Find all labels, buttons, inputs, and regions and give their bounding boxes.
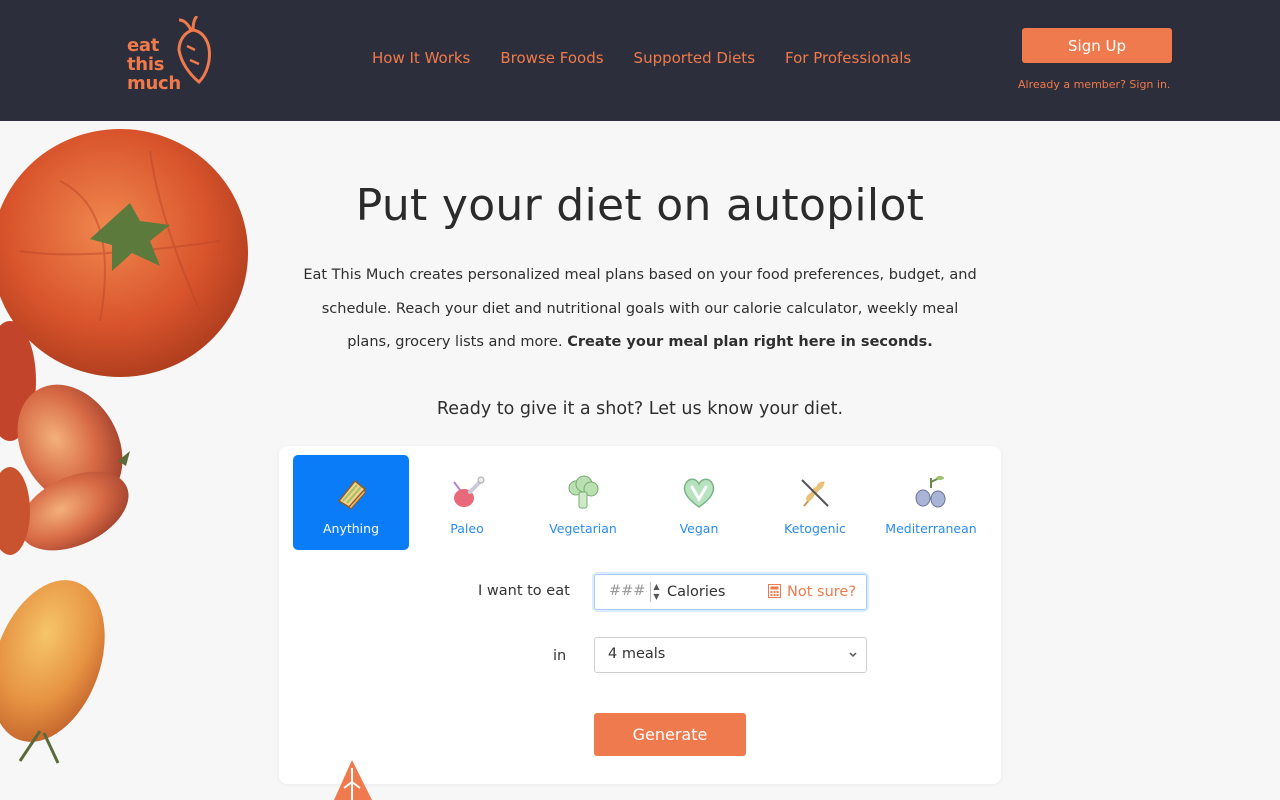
- meals-select[interactable]: 4 meals: [594, 637, 867, 673]
- diet-option-ketogenic[interactable]: Ketogenic: [757, 455, 873, 550]
- calories-field: ▲▼ Calories Not sure?: [594, 574, 867, 610]
- site-header: eat this much How It Works Browse Foods Su…: [0, 0, 1280, 121]
- chevron-down-icon: [849, 652, 857, 658]
- nav-how-it-works[interactable]: How It Works: [372, 49, 470, 67]
- hero-description: Eat This Much creates personalized meal …: [300, 259, 980, 360]
- diet-label: Ketogenic: [784, 521, 846, 536]
- diet-option-vegetarian[interactable]: Vegetarian: [525, 455, 641, 550]
- drumstick-icon: [447, 473, 487, 513]
- diet-option-mediterranean[interactable]: Mediterranean: [873, 455, 989, 550]
- diet-label: Vegetarian: [549, 521, 617, 536]
- generate-button[interactable]: Generate: [594, 713, 746, 756]
- hero-description-bold: Create your meal plan right here in seco…: [567, 334, 933, 350]
- diet-label: Mediterranean: [885, 521, 977, 536]
- signup-button[interactable]: Sign Up: [1022, 28, 1172, 63]
- vegan-heart-icon: [679, 473, 719, 513]
- no-wheat-icon: [795, 473, 835, 513]
- diet-selector: Anything Paleo Vegetarian Vegan Ketogeni…: [293, 455, 989, 550]
- nav-for-professionals[interactable]: For Professionals: [785, 49, 911, 67]
- page-title: Put your diet on autopilot: [355, 180, 925, 231]
- in-label: in: [553, 648, 567, 664]
- nav-browse-foods[interactable]: Browse Foods: [500, 49, 603, 67]
- diet-option-anything[interactable]: Anything: [293, 455, 409, 550]
- logo[interactable]: eat this much: [127, 16, 227, 96]
- calories-unit: Calories: [667, 584, 726, 600]
- nav-supported-diets[interactable]: Supported Diets: [634, 49, 755, 67]
- signin-link[interactable]: Already a member? Sign in.: [1018, 78, 1170, 91]
- carrot-logo-icon: [177, 16, 211, 85]
- calories-input[interactable]: [609, 583, 647, 599]
- main-nav: How It Works Browse Foods Supported Diet…: [372, 49, 911, 67]
- diet-option-paleo[interactable]: Paleo: [409, 455, 525, 550]
- broccoli-icon: [563, 473, 603, 513]
- sandwich-icon: [331, 473, 371, 513]
- carrot-mascot-icon: [334, 760, 372, 800]
- diet-option-vegan[interactable]: Vegan: [641, 455, 757, 550]
- diet-label: Anything: [322, 521, 380, 536]
- meals-select-value: 4 meals: [608, 646, 666, 662]
- olives-icon: [911, 473, 951, 513]
- meal-plan-card: Anything Paleo Vegetarian Vegan Ketogeni…: [279, 446, 1001, 784]
- calculator-icon: [768, 584, 781, 598]
- eat-label: I want to eat: [478, 583, 570, 599]
- not-sure-label: Not sure?: [787, 584, 857, 600]
- not-sure-link[interactable]: Not sure?: [768, 584, 856, 600]
- calories-stepper[interactable]: ▲ ▼: [650, 582, 662, 602]
- diet-prompt: Ready to give it a shot? Let us know you…: [436, 399, 844, 419]
- diet-label: Vegan: [679, 521, 719, 536]
- diet-label: Paleo: [450, 521, 484, 536]
